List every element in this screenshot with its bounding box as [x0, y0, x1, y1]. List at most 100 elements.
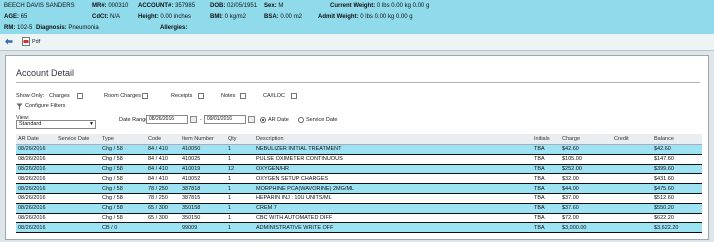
- col-credit[interactable]: Credit: [612, 134, 652, 145]
- calendar-icon[interactable]: [190, 116, 197, 123]
- date-to-input[interactable]: 09/01/2016: [204, 115, 246, 124]
- col-charge[interactable]: Charge: [560, 134, 612, 145]
- cell-charge: $252.00: [560, 164, 612, 175]
- cell-charge: $3,000.00: [560, 222, 612, 234]
- cell-type: Chg / 58: [100, 183, 146, 194]
- cell-ar-date: 08/26/2016: [16, 154, 56, 165]
- view-select[interactable]: Standard ▼: [16, 120, 96, 129]
- cell-type: Chg / 58: [100, 173, 146, 185]
- cell-balance: $550.20: [652, 203, 702, 214]
- cell-description: ADMINISTRATIVE WRITE OFF: [254, 222, 532, 234]
- col-qty[interactable]: Qty: [226, 134, 254, 145]
- ar-date-radio-label: AR Date: [268, 117, 289, 123]
- cell-code: 78 / 250: [146, 183, 180, 194]
- cell-balance: $3,622.20: [652, 222, 702, 234]
- table-row[interactable]: 08/26/2016 Chg / 58 84 / 410 410025 1 PULSE O…: [16, 154, 702, 165]
- filter-ca-iloc-label: CA/ILOC: [263, 93, 286, 99]
- bmi-value: 0 kg/m2: [224, 14, 247, 20]
- back-button[interactable]: [4, 37, 13, 46]
- col-description[interactable]: Description: [254, 134, 532, 145]
- cell-ar-date: 08/26/2016: [16, 193, 56, 204]
- cell-service-date: [56, 183, 100, 194]
- col-item-number[interactable]: Item Number: [180, 134, 226, 145]
- table-row[interactable]: 08/26/2016 Chg / 58 84 / 410 410050 1 NEBULIZ…: [16, 144, 702, 155]
- cell-description: CBC WITH AUTOMATED DIFF: [254, 213, 532, 224]
- cell-type: Chg / 58: [100, 193, 146, 204]
- cell-initials: TBA: [532, 154, 560, 165]
- table-row[interactable]: 08/26/2016 Chg / 58 65 / 300 350158 1 CREM 7T…: [16, 203, 702, 214]
- calendar-icon[interactable]: [248, 116, 255, 123]
- cell-code: 84 / 410: [146, 144, 180, 155]
- cell-charge: $32.00: [560, 173, 612, 185]
- table-row[interactable]: 08/26/2016 CB / 0 99009 1 ADMINISTRATIVE WRI…: [16, 222, 702, 234]
- col-service-date[interactable]: Service Date: [56, 134, 100, 145]
- service-date-radio[interactable]: [298, 117, 304, 123]
- ar-date-radio[interactable]: [260, 117, 266, 123]
- cell-initials: TBA: [532, 144, 560, 155]
- col-ar-date[interactable]: AR Date: [16, 134, 56, 145]
- cell-description: CREM 7: [254, 203, 532, 214]
- filter-charges-label: Charges: [49, 93, 70, 99]
- mr-value: 000310: [108, 3, 129, 9]
- table-row[interactable]: 08/26/2016 Chg / 58 78 / 250 387815 1 HEPARIN…: [16, 193, 702, 204]
- filter-charges-checkbox[interactable]: [77, 93, 83, 99]
- table-row[interactable]: 08/26/2016 Chg / 58 84 / 410 410052 1 OXYGEN …: [16, 173, 702, 185]
- cell-qty: 1: [226, 173, 254, 185]
- cell-ar-date: 08/26/2016: [16, 144, 56, 155]
- filter-room-charges-checkbox[interactable]: [142, 93, 148, 99]
- patient-banner: BEECH DAVIS SANDERS MR#: 000310 ACCOUNT#…: [0, 0, 714, 34]
- cell-credit: [612, 154, 652, 165]
- col-balance[interactable]: Balance: [652, 134, 702, 145]
- cell-qty: 1: [226, 222, 254, 234]
- cell-initials: TBA: [532, 203, 560, 214]
- col-initials[interactable]: Initials: [532, 134, 560, 145]
- cell-charge: $105.00: [560, 154, 612, 165]
- cell-item-number: 410019: [180, 164, 226, 175]
- bsa-label: BSA:: [264, 14, 279, 20]
- cell-type: Chg / 58: [100, 154, 146, 165]
- col-code[interactable]: Code: [146, 134, 180, 145]
- back-arrow-icon: [5, 38, 13, 45]
- cell-qty: 1: [226, 203, 254, 214]
- filter-ca-iloc-checkbox[interactable]: [291, 93, 297, 99]
- cell-code: 65 / 300: [146, 203, 180, 214]
- cell-service-date: [56, 164, 100, 175]
- pdf-button[interactable]: Pdf: [22, 37, 40, 46]
- cell-description: OXYGEN SETUP CHARGES: [254, 173, 532, 185]
- cell-initials: TBA: [532, 193, 560, 204]
- cell-credit: [612, 193, 652, 204]
- pdf-label: Pdf: [32, 38, 41, 45]
- cell-code: 84 / 410: [146, 164, 180, 175]
- cell-code: 78 / 250: [146, 193, 180, 204]
- cell-qty: 12: [226, 164, 254, 175]
- configure-filters-link[interactable]: Configure Filters: [25, 103, 65, 109]
- current-weight-label: Current Weight:: [330, 3, 376, 9]
- col-type[interactable]: Type: [100, 134, 146, 145]
- table-row[interactable]: 08/26/2016 Chg / 58 84 / 410 410019 12 OXYGEN…: [16, 164, 702, 175]
- cell-ar-date: 08/26/2016: [16, 173, 56, 185]
- date-from-input[interactable]: 08/26/2016: [146, 115, 188, 124]
- cell-credit: [612, 183, 652, 194]
- cell-balance: $399.60: [652, 164, 702, 175]
- cell-item-number: 99009: [180, 222, 226, 234]
- filter-receipts-checkbox[interactable]: [198, 93, 204, 99]
- cell-credit: [612, 203, 652, 214]
- cell-initials: TBA: [532, 173, 560, 185]
- cdt-value: N/A: [110, 14, 121, 20]
- account-detail-panel: Account Detail Show Only: Charges Room C…: [5, 55, 709, 240]
- cell-item-number: 410025: [180, 154, 226, 165]
- view-select-value: Standard: [19, 121, 42, 127]
- table-row[interactable]: 08/26/2016 Chg / 58 78 / 250 387818 1 MORPHIN…: [16, 183, 702, 194]
- cell-credit: [612, 144, 652, 155]
- table-row[interactable]: 08/26/2016 Chg / 58 65 / 300 350150 1 CBC WIT…: [16, 213, 702, 224]
- cell-credit: [612, 173, 652, 185]
- cell-initials: TBA: [532, 213, 560, 224]
- diagnosis-label: Diagnosis:: [36, 25, 67, 31]
- cell-description: NEBULIZER INITIAL TREATMENT: [254, 144, 532, 155]
- cell-charge: $42.60: [560, 144, 612, 155]
- cell-charge: $72.00: [560, 213, 612, 224]
- cell-initials: TBA: [532, 164, 560, 175]
- filter-notes-checkbox[interactable]: [240, 93, 246, 99]
- cell-balance: $431.60: [652, 173, 702, 185]
- filter-icon: [16, 103, 23, 110]
